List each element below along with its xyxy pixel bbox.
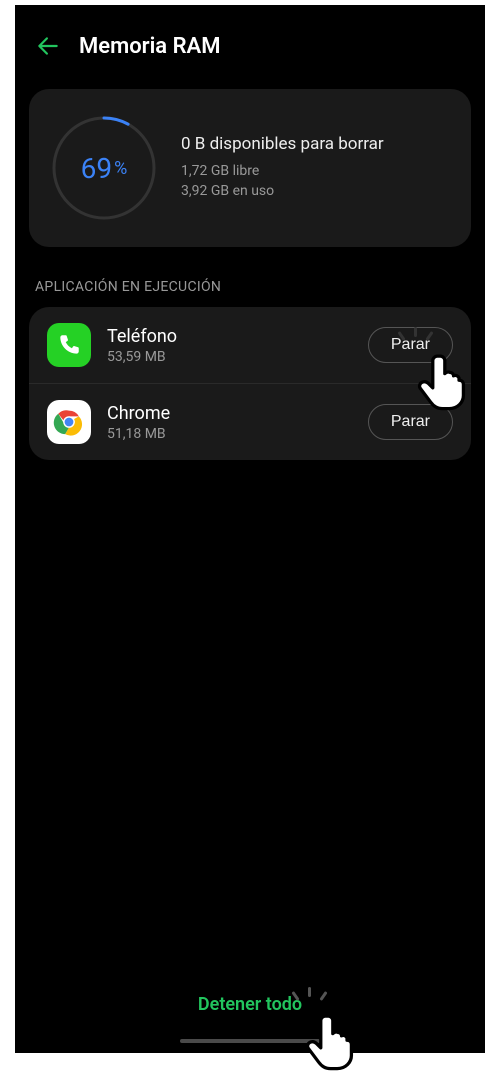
ram-percent-suffix: %	[114, 158, 127, 179]
ram-free: 1,72 GB libre	[181, 162, 451, 182]
stop-all-button[interactable]: Detener todo	[15, 994, 485, 1015]
page-title: Memoria RAM	[79, 34, 220, 59]
ram-used: 3,92 GB en uso	[181, 182, 451, 202]
stop-app-button[interactable]: Parar	[368, 404, 453, 440]
phone-app-icon	[47, 323, 91, 367]
app-size: 53,59 MB	[107, 349, 352, 365]
stop-app-button[interactable]: Parar	[368, 327, 453, 363]
app-name: Chrome	[107, 403, 352, 424]
back-icon[interactable]	[35, 33, 61, 59]
section-header: APLICACIÓN EN EJECUCIÓN	[15, 257, 485, 307]
ram-usage-card: 69% 0 B disponibles para borrar 1,72 GB …	[29, 89, 471, 247]
ram-gauge: 69%	[49, 113, 159, 223]
running-apps-list: Teléfono 53,59 MB Parar Chrome 51,18 MB	[29, 307, 471, 460]
app-name: Teléfono	[107, 326, 352, 347]
app-row: Chrome 51,18 MB Parar	[29, 383, 471, 460]
app-row: Teléfono 53,59 MB Parar	[29, 307, 471, 383]
ram-percent-label: 69%	[49, 113, 159, 223]
home-indicator[interactable]	[180, 1039, 320, 1043]
header: Memoria RAM	[15, 5, 485, 79]
chrome-app-icon	[47, 400, 91, 444]
ram-percent-value: 69	[81, 152, 112, 185]
ram-available-title: 0 B disponibles para borrar	[181, 134, 451, 154]
ram-info: 0 B disponibles para borrar 1,72 GB libr…	[181, 134, 451, 201]
app-size: 51,18 MB	[107, 426, 352, 442]
